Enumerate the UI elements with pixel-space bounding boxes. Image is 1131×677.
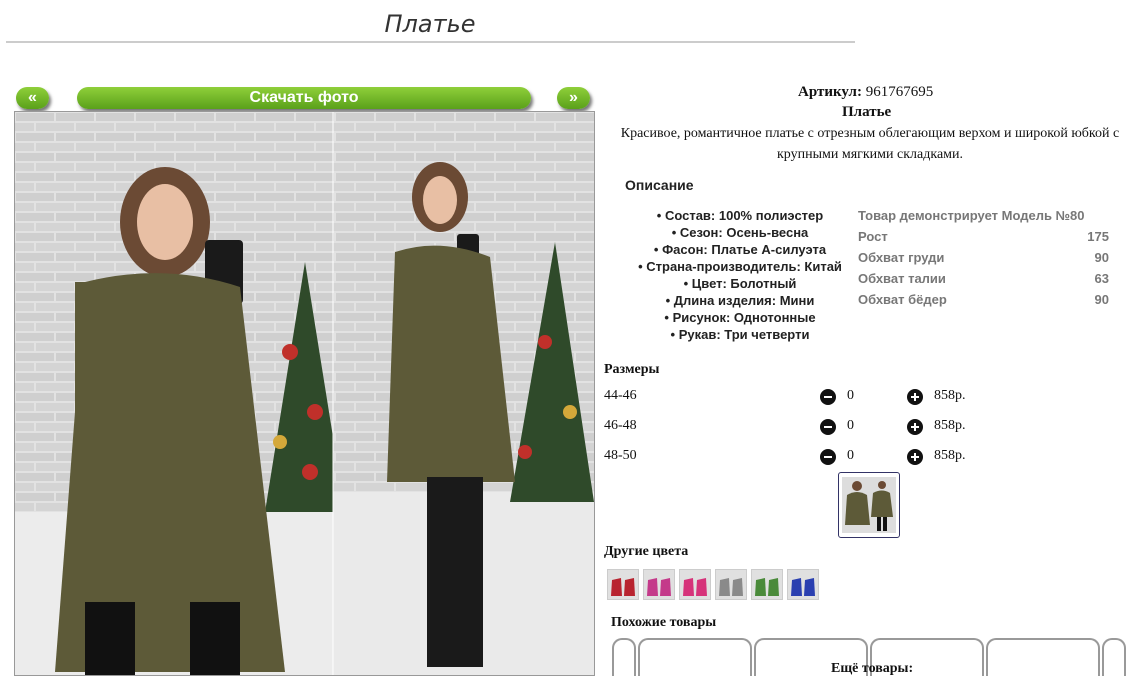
model-row-value: 63 bbox=[1094, 271, 1109, 286]
model-row-value: 175 bbox=[1087, 229, 1109, 244]
model-row-label: Рост bbox=[858, 229, 888, 244]
more-products-heading: Ещё товары: bbox=[831, 661, 914, 676]
attribute-item: Длина изделия: Мини bbox=[620, 292, 860, 309]
product-thumbnail[interactable] bbox=[838, 472, 900, 538]
size-label: 46-48 bbox=[604, 418, 637, 433]
description-heading: Описание bbox=[625, 177, 694, 193]
page-title: Платье bbox=[384, 10, 476, 38]
model-heading: Товар демонстрирует Модель №80 bbox=[858, 208, 1085, 223]
color-swatch[interactable] bbox=[679, 569, 711, 600]
size-row: 44-46 0 858р. bbox=[604, 388, 974, 410]
attribute-item: Сезон: Осень-весна bbox=[620, 224, 860, 241]
model-measurements: Товар демонстрирует Модель №80 Рост 175 … bbox=[858, 208, 1109, 313]
plus-icon[interactable] bbox=[907, 449, 923, 465]
size-label: 48-50 bbox=[604, 448, 637, 463]
similar-product-card[interactable] bbox=[986, 638, 1100, 676]
plus-icon[interactable] bbox=[907, 419, 923, 435]
download-photo-button[interactable]: Скачать фото bbox=[77, 87, 531, 109]
size-price: 858р. bbox=[934, 448, 966, 463]
size-label: 44-46 bbox=[604, 388, 637, 403]
model-row: Обхват бёдер 90 bbox=[858, 292, 1109, 313]
size-quantity: 0 bbox=[847, 448, 854, 463]
next-photo-button[interactable]: » bbox=[557, 87, 590, 109]
model-row-label: Обхват груди bbox=[858, 250, 945, 265]
similar-product-card[interactable] bbox=[638, 638, 752, 676]
size-quantity: 0 bbox=[847, 418, 854, 433]
model-row-value: 90 bbox=[1094, 292, 1109, 307]
similar-product-card[interactable] bbox=[612, 638, 636, 676]
size-quantity: 0 bbox=[847, 388, 854, 403]
sku-value: 961767695 bbox=[865, 84, 934, 100]
product-description: Красивое, романтичное платье с отрезным … bbox=[620, 126, 1120, 162]
minus-icon[interactable] bbox=[820, 419, 836, 435]
model-row: Обхват талии 63 bbox=[858, 271, 1109, 292]
attribute-list: Состав: 100% полиэстер Сезон: Осень-весн… bbox=[620, 207, 860, 343]
color-swatch[interactable] bbox=[787, 569, 819, 600]
color-swatch[interactable] bbox=[751, 569, 783, 600]
size-price: 858р. bbox=[934, 388, 966, 403]
color-swatch[interactable] bbox=[643, 569, 675, 600]
model-row-value: 90 bbox=[1094, 250, 1109, 265]
model-row-label: Обхват талии bbox=[858, 271, 946, 286]
similar-product-card[interactable] bbox=[1102, 638, 1126, 676]
plus-icon[interactable] bbox=[907, 389, 923, 405]
product-photo[interactable] bbox=[14, 111, 595, 676]
minus-icon[interactable] bbox=[820, 389, 836, 405]
attribute-item: Рисунок: Однотонные bbox=[620, 309, 860, 326]
other-colors-heading: Другие цвета bbox=[604, 544, 689, 559]
size-row: 46-48 0 858р. bbox=[604, 418, 974, 440]
model-row: Рост 175 bbox=[858, 229, 1109, 250]
model-row-label: Обхват бёдер bbox=[858, 292, 947, 307]
sku-label: Артикул: bbox=[798, 84, 862, 100]
sizes-heading: Размеры bbox=[604, 362, 660, 377]
attribute-item: Фасон: Платье А-силуэта bbox=[620, 241, 860, 258]
prev-photo-button[interactable]: « bbox=[16, 87, 49, 109]
model-row: Обхват груди 90 bbox=[858, 250, 1109, 271]
color-swatch[interactable] bbox=[715, 569, 747, 600]
sku: Артикул: 961767695 bbox=[798, 84, 933, 101]
title-divider bbox=[6, 41, 855, 43]
attribute-item: Рукав: Три четверти bbox=[620, 326, 860, 343]
size-row: 48-50 0 858р. bbox=[604, 448, 974, 470]
minus-icon[interactable] bbox=[820, 449, 836, 465]
attribute-item: Состав: 100% полиэстер bbox=[620, 207, 860, 224]
product-name: Платье bbox=[842, 104, 892, 120]
similar-products-heading: Похожие товары bbox=[611, 615, 717, 630]
size-price: 858р. bbox=[934, 418, 966, 433]
color-swatch[interactable] bbox=[607, 569, 639, 600]
attribute-item: Страна-производитель: Китай bbox=[620, 258, 860, 275]
attribute-item: Цвет: Болотный bbox=[620, 275, 860, 292]
